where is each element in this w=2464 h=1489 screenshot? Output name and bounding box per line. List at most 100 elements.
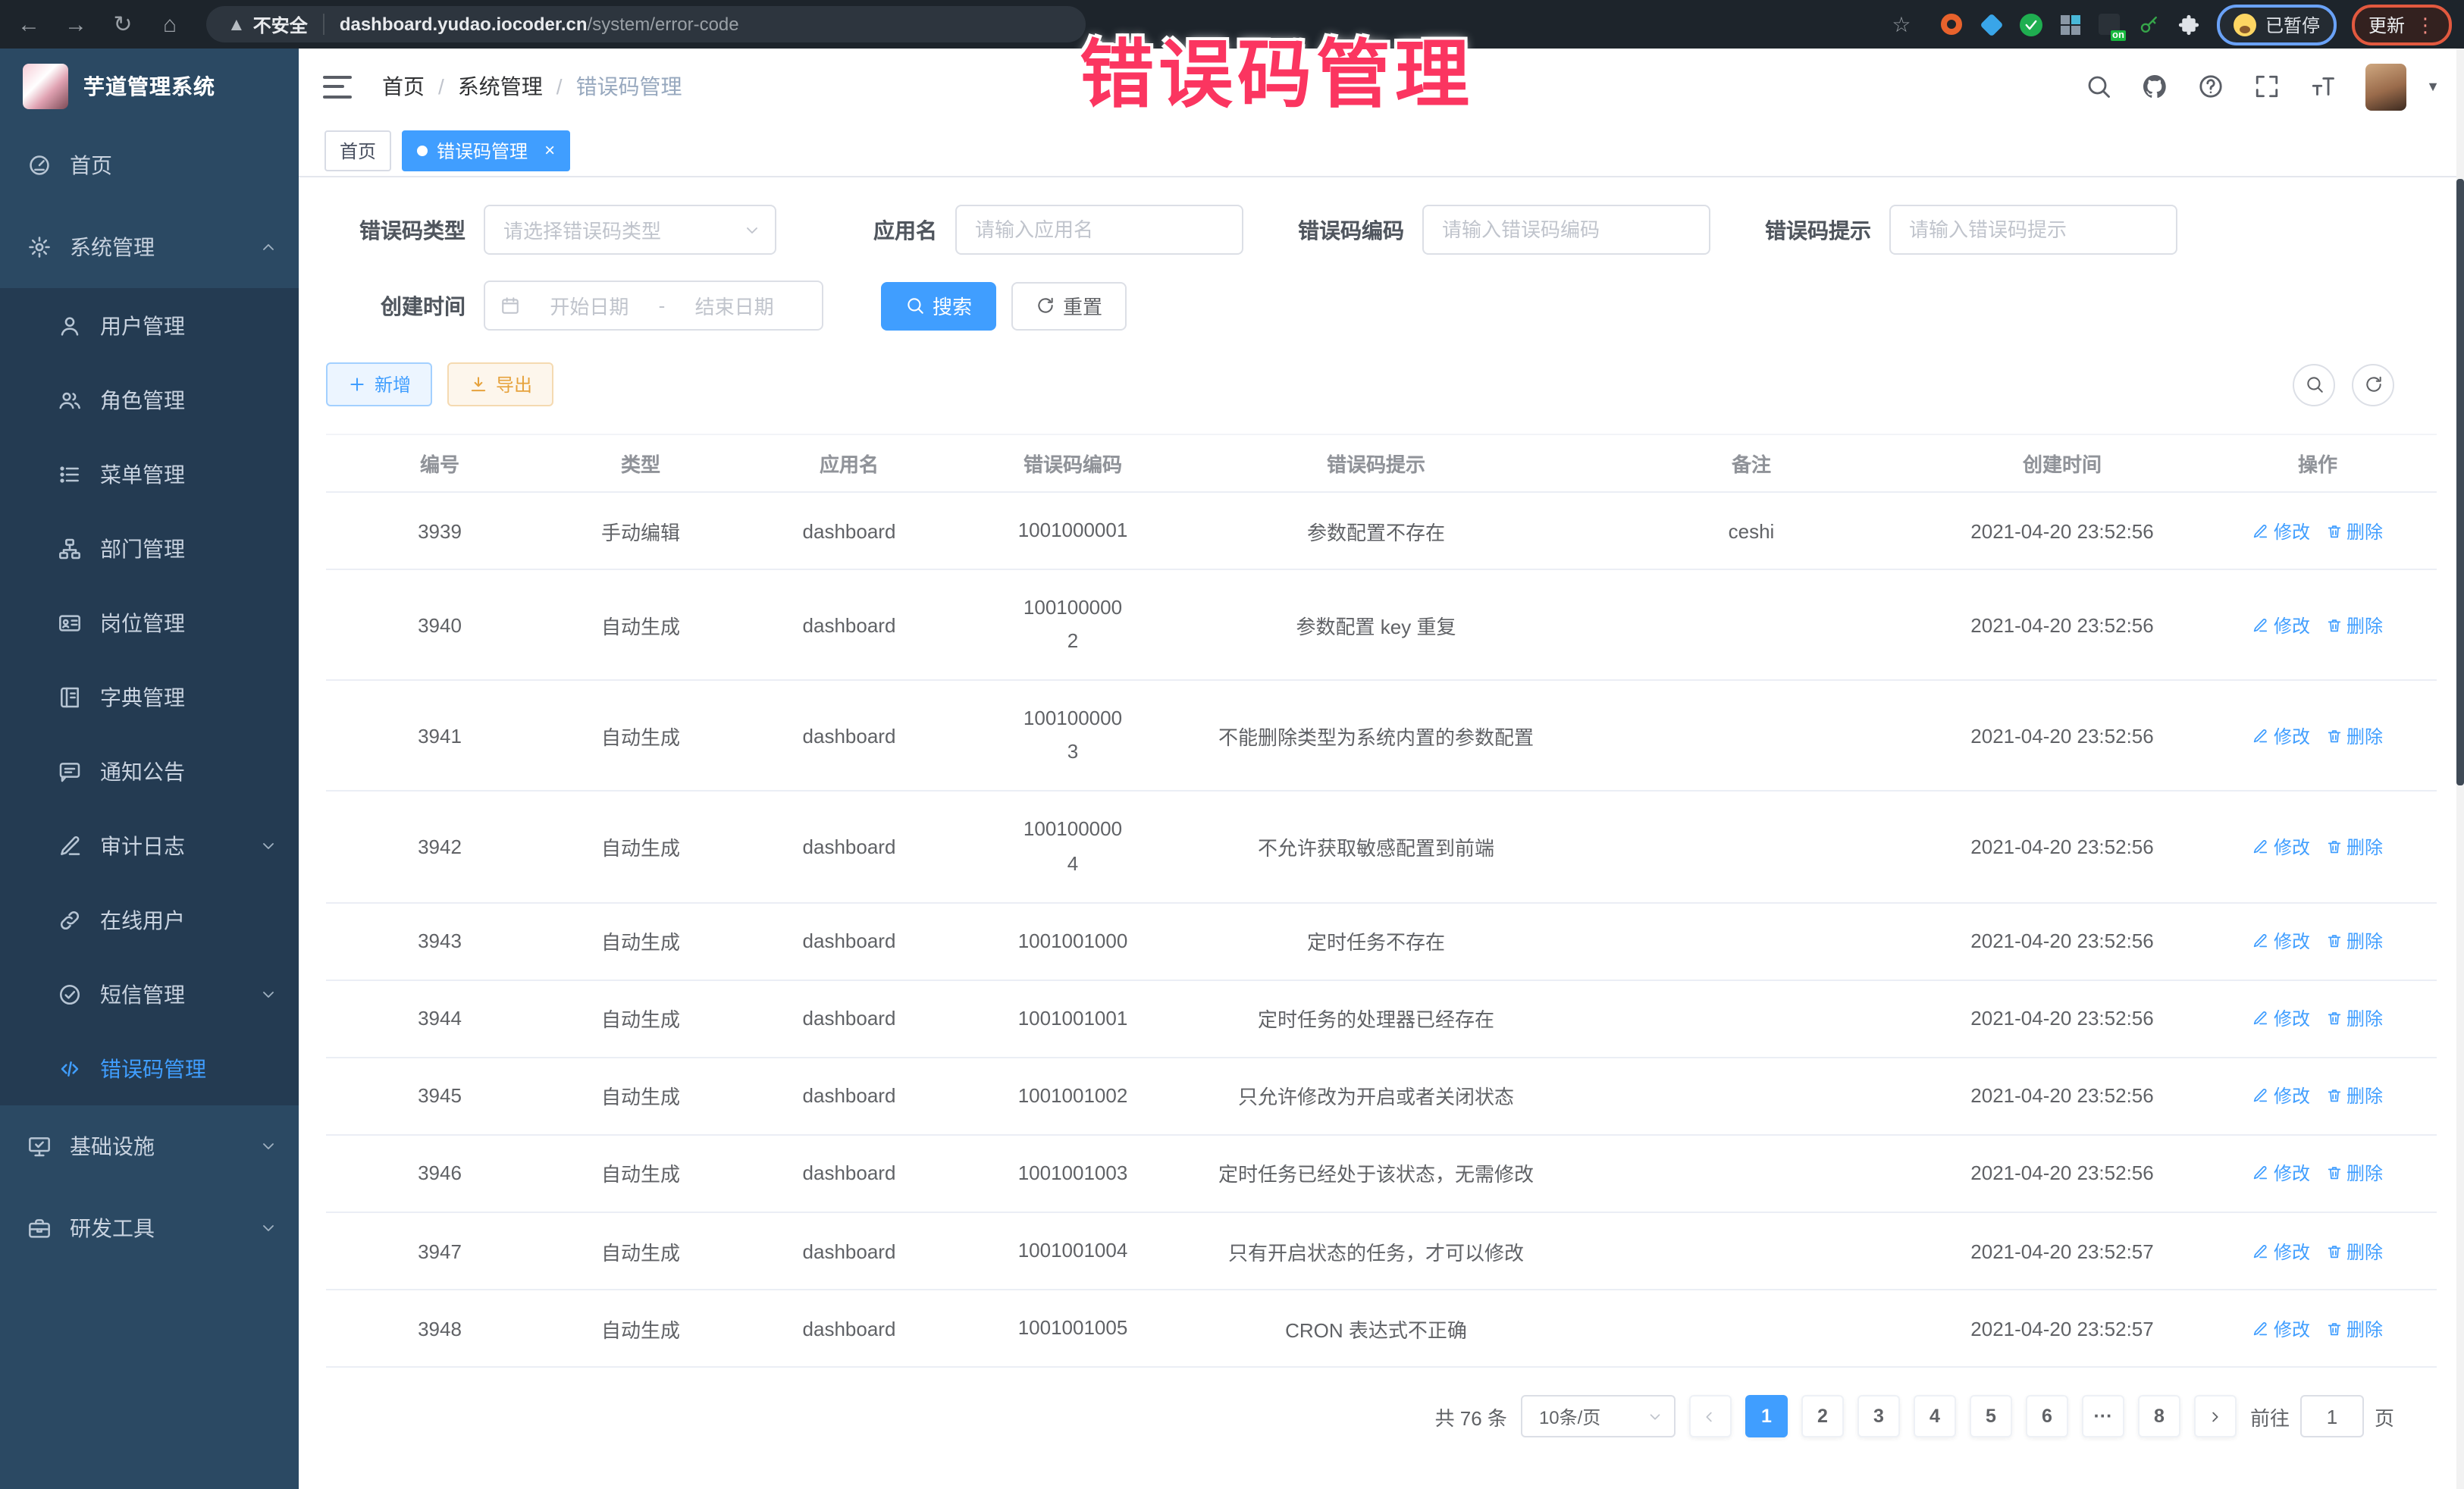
sidebar-item[interactable]: 基础设施 — [0, 1105, 299, 1187]
goto-page-input[interactable] — [2300, 1395, 2364, 1437]
tag-active[interactable]: 错误码管理× — [402, 130, 570, 171]
table-cell: dashboard — [728, 569, 970, 680]
page-scrollbar[interactable] — [2456, 49, 2464, 1489]
adblock-ext-icon[interactable] — [1939, 11, 1965, 37]
sidebar-item[interactable]: 审计日志 — [0, 808, 299, 882]
edit-link[interactable]: 修改 — [2252, 1161, 2310, 1186]
delete-link[interactable]: 删除 — [2325, 1083, 2383, 1109]
delete-link[interactable]: 删除 — [2325, 1315, 2383, 1341]
page-size-select[interactable]: 10条/页 — [1521, 1395, 1676, 1437]
edit-link[interactable]: 修改 — [2252, 928, 2310, 954]
scrollbar-thumb[interactable] — [2456, 179, 2464, 785]
breadcrumb-item[interactable]: 系统管理 — [458, 71, 543, 102]
date-range-picker[interactable]: 开始日期 - 结束日期 — [484, 281, 823, 331]
grid-ext-icon[interactable] — [2058, 11, 2083, 37]
delete-link[interactable]: 删除 — [2325, 612, 2383, 638]
tag-item[interactable]: 首页 — [324, 130, 391, 171]
search-icon[interactable] — [2085, 73, 2112, 100]
edit-link[interactable]: 修改 — [2252, 518, 2310, 544]
address-bar[interactable]: ▲ 不安全 dashboard.yudao.iocoder.cn/system/… — [206, 6, 1086, 42]
browser-reload-icon[interactable]: ↻ — [105, 6, 141, 42]
page-button[interactable]: 3 — [1857, 1395, 1900, 1437]
sidebar-item[interactable]: 岗位管理 — [0, 585, 299, 660]
edit-link[interactable]: 修改 — [2252, 1238, 2310, 1264]
error-msg-cell: 只允许修改为开启或者关闭状态 — [1175, 1058, 1577, 1135]
browser-back-icon[interactable]: ← — [11, 6, 47, 42]
page-button[interactable]: 2 — [1801, 1395, 1844, 1437]
edit-link[interactable]: 修改 — [2252, 1315, 2310, 1341]
reset-button[interactable]: 重置 — [1011, 281, 1127, 330]
delete-link[interactable]: 删除 — [2325, 723, 2383, 749]
edit-link[interactable]: 修改 — [2252, 834, 2310, 860]
edit-link[interactable]: 修改 — [2252, 1083, 2310, 1109]
table-cell: dashboard — [728, 1058, 970, 1135]
user-avatar[interactable] — [2365, 63, 2406, 110]
sidebar-item[interactable]: 用户管理 — [0, 288, 299, 362]
hamburger-icon[interactable] — [323, 75, 352, 98]
sidebar-item[interactable]: 在线用户 — [0, 882, 299, 957]
browser-home-icon[interactable]: ⌂ — [152, 6, 188, 42]
kebab-menu-icon[interactable]: ⋮ — [2415, 14, 2435, 34]
filter-input-field[interactable] — [1891, 218, 2176, 241]
sidebar-item[interactable]: 短信管理 — [0, 957, 299, 1031]
sidebar-item[interactable]: 通知公告 — [0, 734, 299, 808]
sidebar-item[interactable]: 部门管理 — [0, 511, 299, 585]
delete-link[interactable]: 删除 — [2325, 1238, 2383, 1264]
sidebar-item[interactable]: 系统管理 — [0, 206, 299, 288]
filter-input[interactable] — [1422, 205, 1710, 255]
page-button[interactable]: 1 — [1745, 1395, 1788, 1437]
filter-input[interactable] — [955, 205, 1243, 255]
breadcrumb: 首页/系统管理/错误码管理 — [382, 71, 682, 102]
page-button[interactable]: 5 — [1970, 1395, 2012, 1437]
delete-link[interactable]: 删除 — [2325, 1006, 2383, 1032]
sidebar-item-label: 用户管理 — [100, 310, 185, 340]
table-cell: dashboard — [728, 681, 970, 792]
delete-link[interactable]: 删除 — [2325, 518, 2383, 544]
page-button[interactable]: 6 — [2026, 1395, 2068, 1437]
browser-update-pill[interactable]: 更新 ⋮ — [2352, 4, 2452, 45]
browser-forward-icon[interactable]: → — [58, 6, 94, 42]
search-button[interactable]: 搜索 — [881, 281, 996, 330]
github-icon[interactable] — [2141, 73, 2168, 100]
fullscreen-icon[interactable] — [2253, 73, 2281, 100]
sidebar-item[interactable]: 首页 — [0, 124, 299, 206]
delete-link[interactable]: 删除 — [2325, 928, 2383, 954]
chevron-down-icon[interactable]: ▼ — [2426, 79, 2440, 94]
page-button[interactable]: 8 — [2138, 1395, 2180, 1437]
key-ext-icon[interactable] — [2136, 11, 2162, 37]
proxy-ext-icon[interactable]: on — [2097, 11, 2123, 37]
puzzle-ext-icon[interactable] — [2176, 11, 2202, 37]
edit-link[interactable]: 修改 — [2252, 1006, 2310, 1032]
app-logo-row[interactable]: 芋道管理系统 — [0, 49, 299, 124]
next-page-button[interactable] — [2194, 1395, 2237, 1437]
edit-link[interactable]: 修改 — [2252, 723, 2310, 749]
help-icon[interactable] — [2197, 73, 2224, 100]
delete-link[interactable]: 删除 — [2325, 1161, 2383, 1186]
filter-input-field[interactable] — [1424, 218, 1709, 241]
green-circle-ext-icon[interactable] — [2018, 11, 2044, 37]
close-icon[interactable]: × — [544, 139, 555, 161]
delete-link[interactable]: 删除 — [2325, 834, 2383, 860]
export-button[interactable]: 导出 — [447, 362, 553, 406]
sidebar-item[interactable]: 错误码管理 — [0, 1031, 299, 1105]
breadcrumb-item[interactable]: 首页 — [382, 71, 425, 102]
toggle-search-button[interactable] — [2293, 363, 2335, 406]
edit-link[interactable]: 修改 — [2252, 612, 2310, 638]
font-size-icon[interactable] — [2309, 73, 2337, 100]
paused-extension-pill[interactable]: 已暂停 — [2217, 4, 2337, 45]
table-column-header: 操作 — [2199, 434, 2437, 492]
add-button[interactable]: 新增 — [326, 362, 432, 406]
filter-input-field[interactable] — [957, 218, 1242, 241]
sidebar-item[interactable]: 研发工具 — [0, 1187, 299, 1269]
filter-select[interactable]: 请选择错误码类型 — [484, 205, 776, 255]
sidebar-item[interactable]: 角色管理 — [0, 362, 299, 437]
page-ellipsis[interactable]: ··· — [2082, 1395, 2124, 1437]
filter-input[interactable] — [1889, 205, 2177, 255]
gem-ext-icon[interactable] — [1979, 11, 2005, 37]
page-button[interactable]: 4 — [1914, 1395, 1956, 1437]
prev-page-button[interactable] — [1689, 1395, 1732, 1437]
refresh-table-button[interactable] — [2352, 363, 2394, 406]
sidebar-item[interactable]: 字典管理 — [0, 660, 299, 734]
bookmark-star-icon[interactable]: ☆ — [1883, 6, 1920, 42]
sidebar-item[interactable]: 菜单管理 — [0, 437, 299, 511]
